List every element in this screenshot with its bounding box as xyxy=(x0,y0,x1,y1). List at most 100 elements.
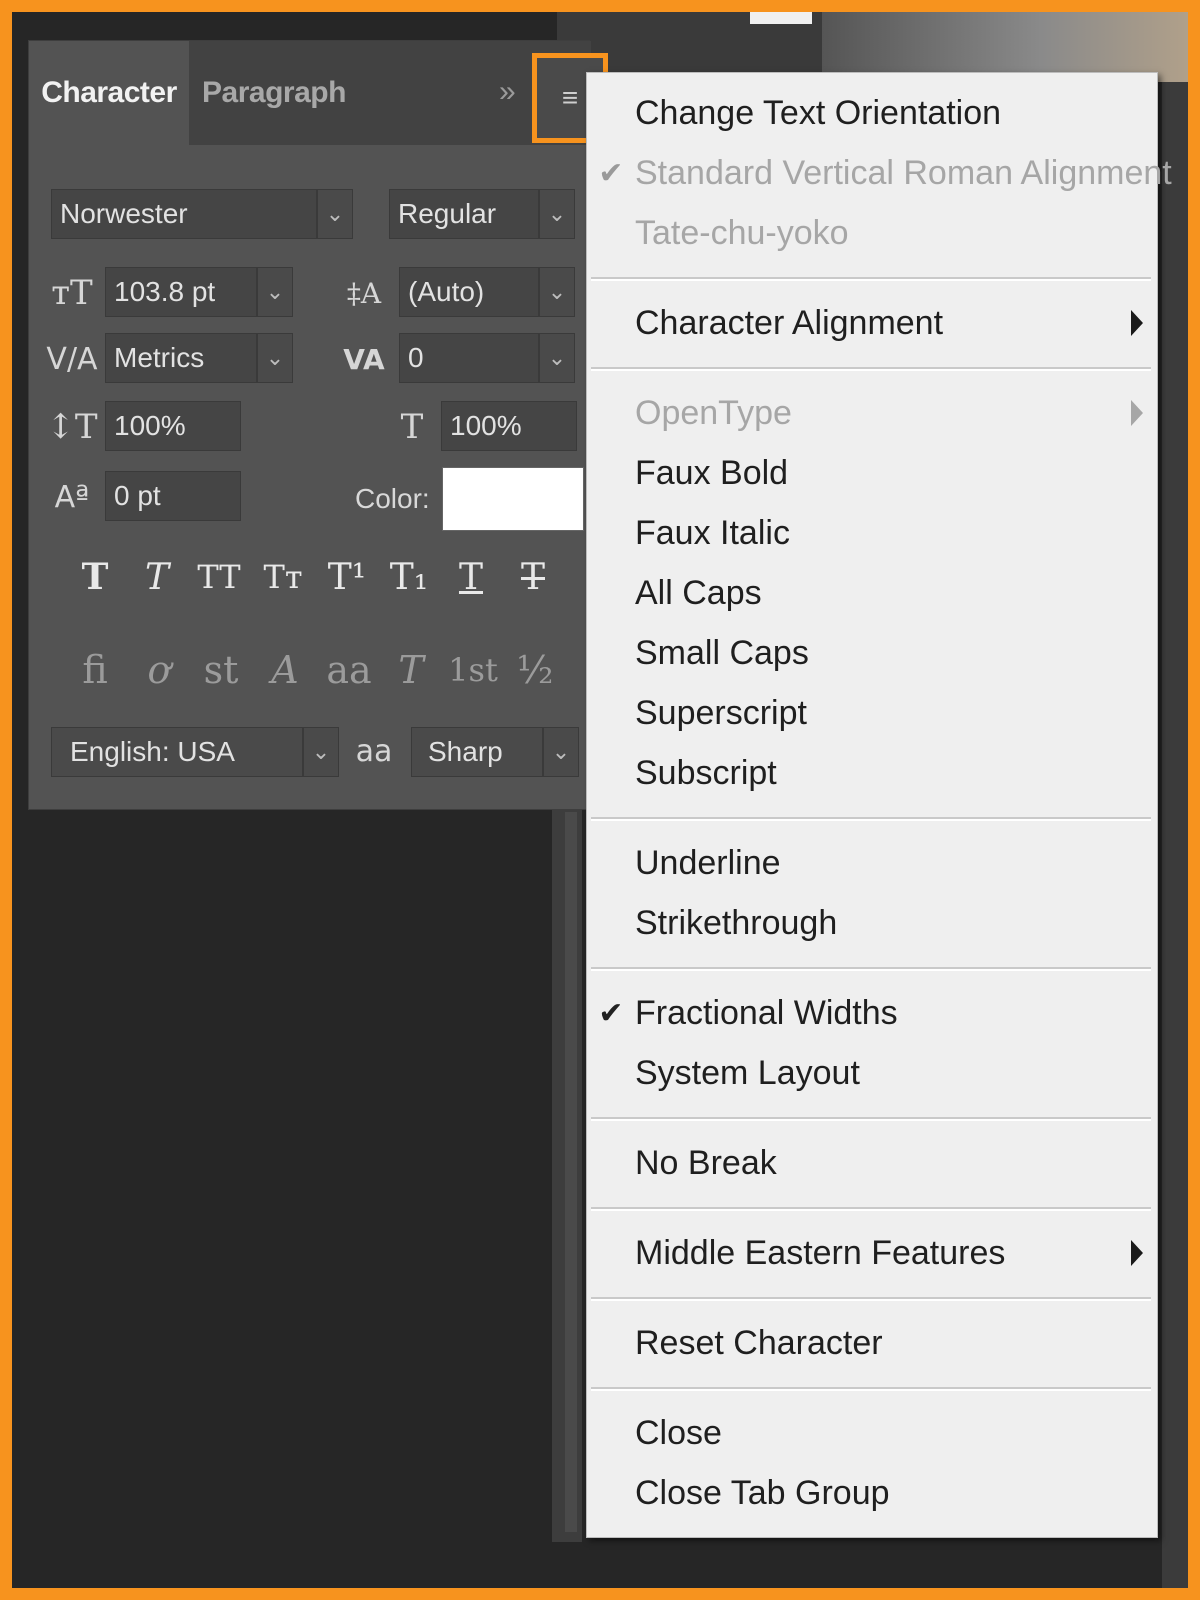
menu-item-faux-italic[interactable]: Faux Italic xyxy=(587,505,1157,561)
menu-item-label: All Caps xyxy=(635,573,762,612)
baseline-shift-field[interactable]: 0 pt xyxy=(105,471,241,521)
submenu-arrow-icon xyxy=(1131,400,1143,426)
underline-button[interactable]: T xyxy=(443,547,499,607)
menu-separator xyxy=(591,277,1151,281)
antialias-dropdown-icon[interactable]: ⌄ xyxy=(543,727,579,777)
menu-item-subscript[interactable]: Subscript xyxy=(587,745,1157,801)
menu-item-label: Small Caps xyxy=(635,633,809,672)
menu-item-close-tab-group[interactable]: Close Tab Group xyxy=(587,1465,1157,1521)
superscript-button[interactable]: T¹ xyxy=(319,547,375,607)
leading-dropdown-icon[interactable]: ⌄ xyxy=(539,267,575,317)
menu-item-no-break[interactable]: No Break xyxy=(587,1135,1157,1191)
faux-italic-button[interactable]: T xyxy=(129,547,185,607)
submenu-arrow-icon xyxy=(1131,310,1143,336)
font-style-field[interactable]: Regular xyxy=(389,189,539,239)
menu-item-label: Faux Italic xyxy=(635,513,790,552)
background-scrollbar-thumb[interactable] xyxy=(565,812,577,1532)
discretionary-ligatures-button[interactable]: st xyxy=(191,637,251,703)
menu-item-label: Superscript xyxy=(635,693,807,732)
menu-item-label: Close xyxy=(635,1413,722,1452)
menu-item-system-layout[interactable]: System Layout xyxy=(587,1045,1157,1101)
menu-item-label: Character Alignment xyxy=(635,303,944,342)
all-caps-button[interactable]: TT xyxy=(191,547,247,607)
stylistic-alternates-button[interactable]: aa xyxy=(319,637,379,703)
menu-item-reset-character[interactable]: Reset Character xyxy=(587,1315,1157,1371)
baseline-shift-icon: Aª xyxy=(54,479,90,515)
menu-item-strikethrough[interactable]: Strikethrough xyxy=(587,895,1157,951)
subscript-button[interactable]: T₁ xyxy=(381,547,437,607)
language-dropdown-icon[interactable]: ⌄ xyxy=(303,727,339,777)
font-family-dropdown-icon[interactable]: ⌄ xyxy=(317,189,353,239)
font-size-dropdown-icon[interactable]: ⌄ xyxy=(257,267,293,317)
menu-item-change-text-orientation[interactable]: Change Text Orientation xyxy=(587,85,1157,141)
faux-bold-button[interactable]: T xyxy=(67,547,123,607)
menu-separator xyxy=(591,967,1151,971)
ordinals-button[interactable]: 1st xyxy=(443,637,503,703)
menu-item-label: Strikethrough xyxy=(635,903,838,942)
menu-separator xyxy=(591,1207,1151,1211)
menu-separator xyxy=(591,1387,1151,1391)
font-family-field[interactable]: Norwester xyxy=(51,189,317,239)
app-window: Character Paragraph » ≡ Norwester ⌄ Regu… xyxy=(12,12,1188,1588)
vertical-scale-field[interactable]: 100% xyxy=(105,401,241,451)
menu-separator xyxy=(591,1297,1151,1301)
kerning-dropdown-icon[interactable]: ⌄ xyxy=(257,333,293,383)
menu-item-all-caps[interactable]: All Caps xyxy=(587,565,1157,621)
tab-paragraph[interactable]: Paragraph xyxy=(189,41,359,145)
menu-item-label: Close Tab Group xyxy=(635,1473,890,1512)
menu-item-label: Standard Vertical Roman Alignment xyxy=(635,153,1172,192)
horizontal-scale-field[interactable]: 100% xyxy=(441,401,577,451)
leading-field[interactable]: (Auto) xyxy=(399,267,539,317)
hamburger-menu-icon: ≡ xyxy=(561,82,579,113)
old-style-button[interactable]: ơ xyxy=(129,637,189,703)
menu-item-label: Change Text Orientation xyxy=(635,93,1002,132)
kerning-icon: V/A xyxy=(46,341,98,377)
font-style-dropdown-icon[interactable]: ⌄ xyxy=(539,189,575,239)
font-size-icon: ᴛT xyxy=(51,273,93,313)
menu-item-label: System Layout xyxy=(635,1053,860,1092)
menu-item-label: Middle Eastern Features xyxy=(635,1233,1006,1272)
small-caps-button[interactable]: Tт xyxy=(255,547,311,607)
tab-character[interactable]: Character xyxy=(29,41,189,145)
checkmark-icon: ✔ xyxy=(598,156,624,190)
character-panel: Character Paragraph » ≡ Norwester ⌄ Regu… xyxy=(28,40,608,810)
font-size-field[interactable]: 103.8 pt xyxy=(105,267,257,317)
menu-item-label: Reset Character xyxy=(635,1323,883,1362)
menu-item-opentype: OpenType xyxy=(587,385,1157,441)
strikethrough-button[interactable]: T xyxy=(505,547,561,607)
menu-item-superscript[interactable]: Superscript xyxy=(587,685,1157,741)
background-panel-edge xyxy=(1162,82,1188,1588)
menu-separator xyxy=(591,367,1151,371)
background-tab-highlight xyxy=(750,12,812,24)
color-swatch[interactable] xyxy=(442,467,584,531)
horizontal-scale-icon: T xyxy=(400,407,424,447)
ligatures-button[interactable]: ﬁ xyxy=(65,637,125,703)
tracking-icon: VA xyxy=(343,342,385,376)
menu-item-faux-bold[interactable]: Faux Bold xyxy=(587,445,1157,501)
antialias-icon: aa xyxy=(355,733,393,769)
fractions-button[interactable]: ½ xyxy=(505,637,565,703)
menu-item-label: OpenType xyxy=(635,393,792,432)
titling-alternates-button[interactable]: T xyxy=(381,637,441,703)
color-label: Color: xyxy=(355,483,430,514)
checkmark-icon: ✔ xyxy=(598,996,624,1030)
menu-separator xyxy=(591,1117,1151,1121)
antialias-field[interactable]: Sharp xyxy=(411,727,543,777)
menu-item-tate-chu-yoko: Tate-chu-yoko xyxy=(587,205,1157,261)
tracking-dropdown-icon[interactable]: ⌄ xyxy=(539,333,575,383)
menu-item-character-alignment[interactable]: Character Alignment xyxy=(587,295,1157,351)
menu-item-label: Fractional Widths xyxy=(635,993,898,1032)
panel-flyout-menu: Change Text Orientation ✔ Standard Vertica… xyxy=(586,72,1172,1538)
menu-item-label: Subscript xyxy=(635,753,777,792)
language-field[interactable]: English: USA xyxy=(51,727,303,777)
menu-item-label: Faux Bold xyxy=(635,453,789,492)
collapse-panel-icon[interactable]: » xyxy=(499,75,516,109)
menu-item-middle-eastern-features[interactable]: Middle Eastern Features xyxy=(587,1225,1157,1281)
menu-item-small-caps[interactable]: Small Caps xyxy=(587,625,1157,681)
tracking-field[interactable]: 0 xyxy=(399,333,539,383)
swash-button[interactable]: A xyxy=(255,637,315,703)
menu-item-fractional-widths[interactable]: ✔ Fractional Widths xyxy=(587,985,1157,1041)
menu-item-close[interactable]: Close xyxy=(587,1405,1157,1461)
menu-item-underline[interactable]: Underline xyxy=(587,835,1157,891)
kerning-field[interactable]: Metrics xyxy=(105,333,257,383)
